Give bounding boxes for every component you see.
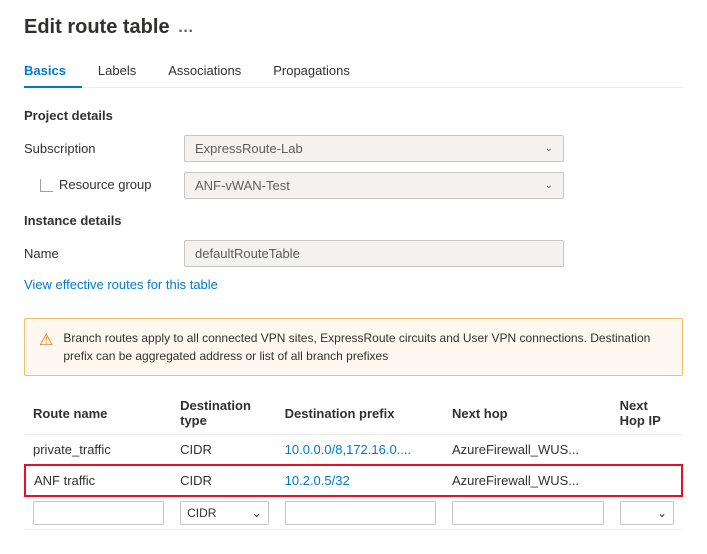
instance-details-title: Instance details xyxy=(24,213,683,228)
tab-associations[interactable]: Associations xyxy=(152,55,257,88)
destination-type-cell: CIDR xyxy=(172,435,277,466)
resource-group-chevron-icon: ⌄ xyxy=(545,180,553,191)
new-route-name-input[interactable] xyxy=(33,501,164,525)
page-header: Edit route table … xyxy=(24,16,683,39)
col-next-hop: Next hop xyxy=(444,392,612,435)
alert-text: Branch routes apply to all connected VPN… xyxy=(63,329,668,365)
col-destination-prefix: Destination prefix xyxy=(277,392,444,435)
next-hop-cell: AzureFirewall_WUS... xyxy=(444,435,612,466)
new-destination-type-select[interactable]: CIDR ⌄ xyxy=(180,501,269,525)
resource-group-row: Resource group ANF-vWAN-Test ⌄ xyxy=(24,172,683,199)
col-destination-type: Destination type xyxy=(172,392,277,435)
instance-details-section: Instance details Name defaultRouteTable xyxy=(24,213,683,267)
effective-routes-link[interactable]: View effective routes for this table xyxy=(24,277,218,292)
new-route-name-cell[interactable] xyxy=(25,496,172,530)
name-value: defaultRouteTable xyxy=(184,240,564,267)
routes-table: Route name Destination type Destination … xyxy=(24,392,683,530)
new-next-hop-ip-cell[interactable]: ⌄ xyxy=(612,496,682,530)
subscription-label: Subscription xyxy=(24,141,184,156)
next-hop-ip-cell xyxy=(612,435,682,466)
more-options-icon[interactable]: … xyxy=(178,19,194,37)
table-row-highlighted: ANF traffic CIDR 10.2.0.5/32 AzureFirewa… xyxy=(25,465,682,496)
resource-group-select[interactable]: ANF-vWAN-Test ⌄ xyxy=(184,172,564,199)
new-next-hop-ip-select[interactable]: ⌄ xyxy=(620,501,674,525)
subscription-chevron-icon: ⌄ xyxy=(545,143,553,154)
new-destination-type-value: CIDR xyxy=(187,506,216,520)
table-row: private_traffic CIDR 10.0.0.0/8,172.16.0… xyxy=(25,435,682,466)
new-next-hop-cell[interactable] xyxy=(444,496,612,530)
project-details-title: Project details xyxy=(24,108,683,123)
name-row: Name defaultRouteTable xyxy=(24,240,683,267)
subscription-select[interactable]: ExpressRoute-Lab ⌄ xyxy=(184,135,564,162)
new-destination-type-chevron-icon: ⌄ xyxy=(252,506,262,520)
next-hop-ip-cell-highlighted xyxy=(612,465,682,496)
subscription-value: ExpressRoute-Lab xyxy=(195,141,303,156)
destination-prefix-cell-highlighted: 10.2.0.5/32 xyxy=(277,465,444,496)
alert-banner: ⚠ Branch routes apply to all connected V… xyxy=(24,318,683,376)
col-next-hop-ip: Next Hop IP xyxy=(612,392,682,435)
page-title: Edit route table xyxy=(24,16,170,39)
route-name-cell-highlighted: ANF traffic xyxy=(25,465,172,496)
destination-prefix-link-highlighted[interactable]: 10.2.0.5/32 xyxy=(285,473,350,488)
destination-prefix-cell: 10.0.0.0/8,172.16.0.... xyxy=(277,435,444,466)
subscription-row: Subscription ExpressRoute-Lab ⌄ xyxy=(24,135,683,162)
project-details-section: Project details Subscription ExpressRout… xyxy=(24,108,683,199)
table-new-row: CIDR ⌄ ⌄ xyxy=(25,496,682,530)
tab-labels[interactable]: Labels xyxy=(82,55,152,88)
table-header-row: Route name Destination type Destination … xyxy=(25,392,682,435)
resource-group-label: Resource group xyxy=(24,177,184,193)
col-route-name: Route name xyxy=(25,392,172,435)
tab-bar: Basics Labels Associations Propagations xyxy=(24,55,683,88)
tab-propagations[interactable]: Propagations xyxy=(257,55,366,88)
new-next-hop-input[interactable] xyxy=(452,501,604,525)
route-name-cell: private_traffic xyxy=(25,435,172,466)
destination-type-cell-highlighted: CIDR xyxy=(172,465,277,496)
tab-basics[interactable]: Basics xyxy=(24,55,82,88)
new-next-hop-ip-chevron-icon: ⌄ xyxy=(657,506,667,520)
warning-icon: ⚠ xyxy=(39,330,53,350)
resource-group-value: ANF-vWAN-Test xyxy=(195,178,290,193)
new-destination-prefix-input[interactable] xyxy=(285,501,436,525)
name-label: Name xyxy=(24,246,184,261)
new-destination-type-cell[interactable]: CIDR ⌄ xyxy=(172,496,277,530)
destination-prefix-link[interactable]: 10.0.0.0/8,172.16.0.... xyxy=(285,442,412,457)
new-destination-prefix-cell[interactable] xyxy=(277,496,444,530)
next-hop-cell-highlighted: AzureFirewall_WUS... xyxy=(444,465,612,496)
